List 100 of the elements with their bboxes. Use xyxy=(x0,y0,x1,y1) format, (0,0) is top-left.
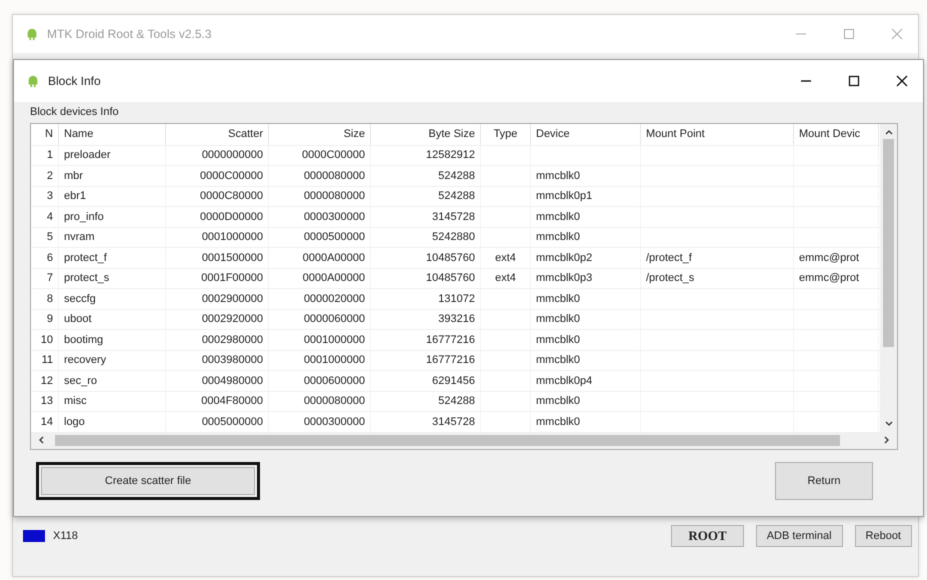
group-label: Block devices Info xyxy=(30,106,119,118)
column-header[interactable]: Size xyxy=(269,124,371,144)
table-cell: 0001500000 xyxy=(202,252,263,264)
table-cell: nvram xyxy=(64,231,95,244)
chevron-down-icon[interactable] xyxy=(884,420,894,428)
table-cell: 1 xyxy=(46,149,53,162)
dialog-button[interactable]: Return xyxy=(775,462,873,500)
table-cell: 524288 xyxy=(438,170,475,182)
column-header[interactable]: Byte Size xyxy=(371,124,481,144)
table-cell: 0000C80000 xyxy=(200,190,263,202)
status-button[interactable]: ADB terminal xyxy=(756,524,843,546)
scroll-thumb[interactable] xyxy=(55,434,840,446)
table-cell: 524288 xyxy=(438,190,475,202)
table-cell: 7 xyxy=(46,272,53,284)
table-cell: pro_info xyxy=(64,210,104,223)
android-icon xyxy=(25,27,39,41)
table-cell: mmcblk0 xyxy=(536,210,580,223)
table-cell: /protect_s xyxy=(646,272,694,284)
table-cell: 0000080000 xyxy=(304,395,365,408)
chevron-right-icon[interactable] xyxy=(883,435,891,445)
table-cell: protect_s xyxy=(64,272,110,284)
table-cell: 131072 xyxy=(438,292,475,305)
status-button[interactable]: Reboot xyxy=(854,524,912,546)
dialog-button[interactable]: Create scatter file xyxy=(36,462,260,500)
table-cell: mmcblk0p2 xyxy=(536,252,592,264)
table-cell: 393216 xyxy=(438,313,475,326)
vertical-scrollbar[interactable] xyxy=(880,124,897,432)
table-cell: mmcblk0 xyxy=(536,334,580,346)
horizontal-scrollbar[interactable] xyxy=(31,432,897,448)
table-cell: misc xyxy=(64,395,87,408)
android-icon xyxy=(26,74,40,88)
table-cell: 0000080000 xyxy=(304,190,365,202)
column-header[interactable]: Mount Devic xyxy=(794,124,879,144)
column-header[interactable]: Scatter xyxy=(166,124,269,144)
table-cell: emmc@prot xyxy=(799,272,860,284)
chevron-up-icon[interactable] xyxy=(884,128,894,136)
table-cell: 6291456 xyxy=(432,374,475,387)
table-cell: 3145728 xyxy=(432,210,475,223)
table-cell: 16777216 xyxy=(426,334,475,346)
maximize-icon[interactable] xyxy=(847,74,861,88)
table-cell: 3145728 xyxy=(432,416,475,428)
table-cell: /protect_f xyxy=(646,252,692,264)
table-cell: 10485760 xyxy=(426,252,475,264)
column-header[interactable]: Mount Point xyxy=(641,124,794,144)
scroll-thumb[interactable] xyxy=(883,139,894,348)
table-cell: mmcblk0p4 xyxy=(536,374,592,387)
table-cell: 0002900000 xyxy=(202,292,263,305)
table-cell: 0000600000 xyxy=(304,374,365,387)
table-cell: 0000A00000 xyxy=(302,272,365,284)
table-cell: 0004F80000 xyxy=(201,395,263,408)
table-cell: 0000C00000 xyxy=(200,170,263,182)
table-cell: 12582912 xyxy=(426,149,475,162)
table-cell: 524288 xyxy=(438,395,475,408)
table-cell: 0002920000 xyxy=(202,313,263,326)
table-cell: ext4 xyxy=(495,252,516,264)
table-cell: 0000060000 xyxy=(304,313,365,326)
chevron-left-icon[interactable] xyxy=(37,435,45,445)
table-cell: 0000300000 xyxy=(304,416,365,428)
table-cell: 10485760 xyxy=(426,272,475,284)
table-cell: mbr xyxy=(64,170,83,182)
table-cell: mmcblk0 xyxy=(536,416,580,428)
table-cell: 2 xyxy=(46,170,53,182)
table-cell: 0000A00000 xyxy=(302,252,365,264)
table-cell: 3 xyxy=(46,190,53,202)
table-cell: mmcblk0 xyxy=(536,313,580,326)
table-cell: 0005000000 xyxy=(202,416,263,428)
table-cell: mmcblk0 xyxy=(536,231,580,244)
table-cell: 8 xyxy=(46,292,53,305)
table-cell: 9 xyxy=(46,313,53,326)
table-cell: mmcblk0 xyxy=(536,354,580,366)
table-cell: mmcblk0 xyxy=(536,170,580,182)
table-cell: 0001000000 xyxy=(304,334,365,346)
table-cell: 0000020000 xyxy=(304,292,365,305)
table-cell: protect_f xyxy=(64,252,107,264)
table-cell: 0000000000 xyxy=(202,149,263,162)
table-cell: 0000500000 xyxy=(304,231,365,244)
close-icon[interactable] xyxy=(895,74,909,88)
table-cell: mmcblk0p1 xyxy=(536,190,592,202)
table-cell: 13 xyxy=(40,395,53,408)
table-cell: 0001000000 xyxy=(202,231,263,244)
table-cell: 0000C00000 xyxy=(302,149,365,162)
table-cell: uboot xyxy=(64,313,92,326)
table-cell: 5 xyxy=(46,231,53,244)
table-cell: seccfg xyxy=(64,292,96,305)
table-cell: 0001F00000 xyxy=(201,272,263,284)
column-header[interactable]: N xyxy=(31,124,59,144)
column-header[interactable]: Type xyxy=(481,124,531,144)
table-cell: 0001000000 xyxy=(304,354,365,366)
device-label: X118 xyxy=(53,530,78,542)
table-cell: 14 xyxy=(40,416,53,428)
column-header[interactable]: Name xyxy=(59,124,166,144)
column-header[interactable]: Device xyxy=(531,124,641,144)
table-cell: mmcblk0 xyxy=(536,292,580,305)
table-cell: 6 xyxy=(46,252,53,264)
status-button[interactable]: ROOT xyxy=(671,524,744,546)
table-cell: preloader xyxy=(64,149,110,162)
table-cell: mmcblk0p3 xyxy=(536,272,592,284)
table-cell: emmc@prot xyxy=(799,252,860,264)
table-cell: 16777216 xyxy=(426,354,475,366)
table-cell: 10 xyxy=(40,334,53,346)
